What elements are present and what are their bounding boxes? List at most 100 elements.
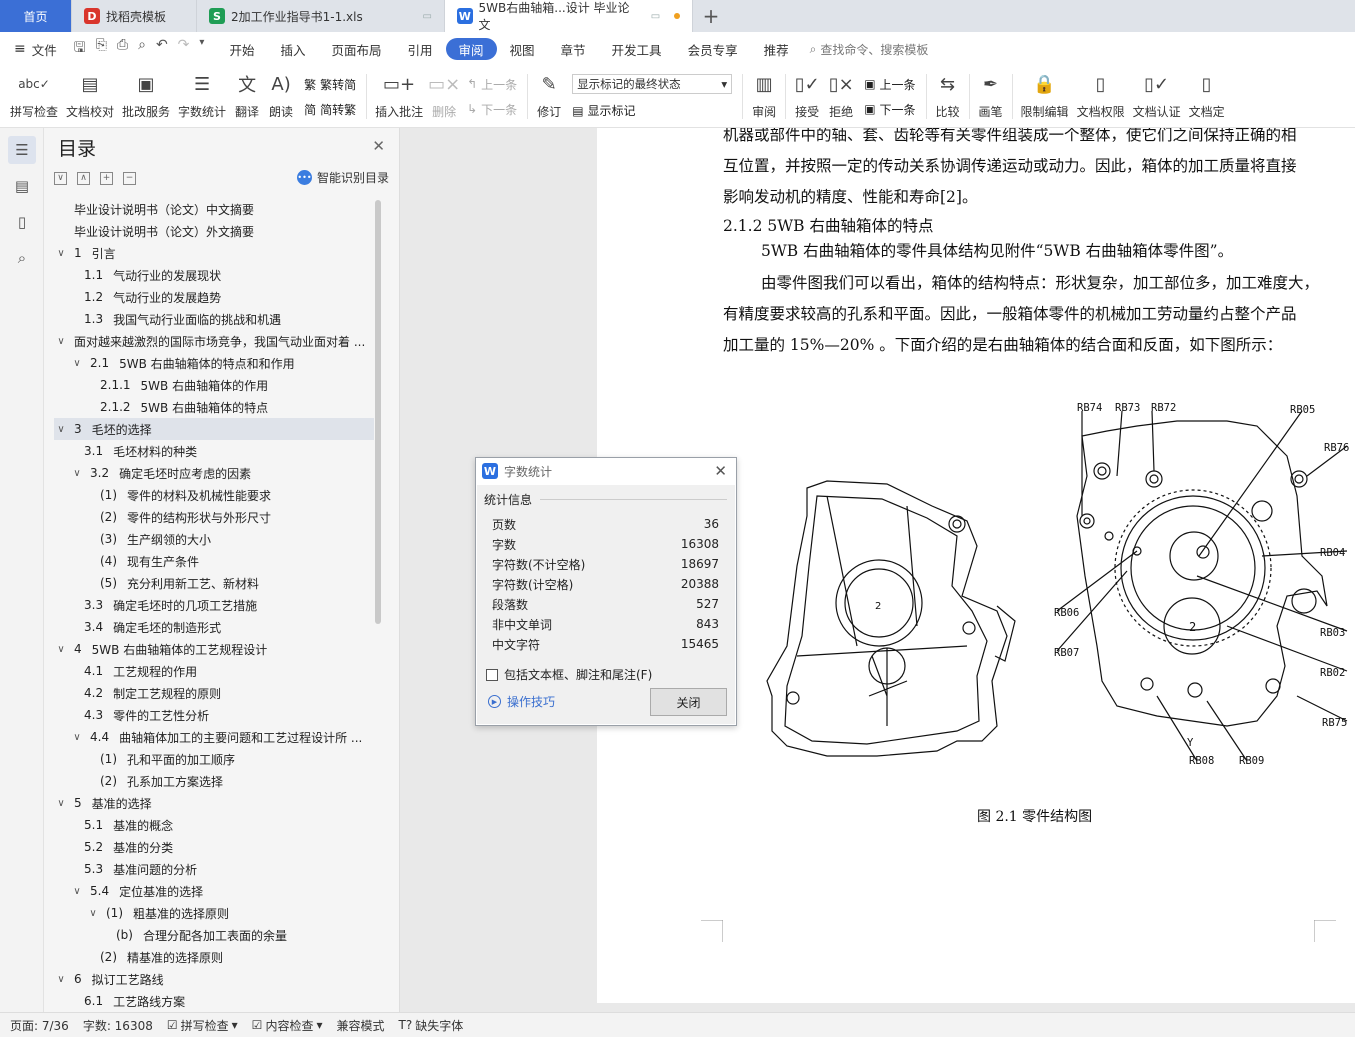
search-icon[interactable]: ⌕ (8, 244, 36, 272)
toc-item[interactable]: 5.2 基准的分类 (54, 836, 374, 858)
show-markup-button[interactable]: ▤ 显示标记 (572, 102, 732, 119)
accept-button[interactable]: ▯✓ 接受 (790, 66, 824, 127)
chevron-down-icon[interactable]: ∨ (54, 798, 68, 809)
doc-cert-button[interactable]: ▯✓ 文档认证 (1129, 66, 1185, 127)
close-icon[interactable]: ✕ (714, 462, 727, 480)
undo-icon[interactable]: ↶ (156, 37, 168, 61)
redo-icon[interactable]: ↷ (178, 37, 190, 61)
prev-comment-button[interactable]: ↰ 上一条 (467, 76, 517, 93)
toc-item[interactable]: (b) 合理分配各加工表面的余量 (54, 924, 374, 946)
toc-item[interactable]: 3.4 确定毛坯的制造形式 (54, 616, 374, 638)
delete-comment-button[interactable]: ▭× 删除 (427, 66, 461, 127)
reject-button[interactable]: ▯× 拒绝 (824, 66, 858, 127)
page-indicator[interactable]: 页面: 7/36 (10, 1017, 69, 1034)
menu-recommend[interactable]: 推荐 (751, 38, 802, 60)
translate-button[interactable]: 文翻译 (230, 66, 264, 127)
toc-item[interactable]: ∨ (1) 粗基准的选择原则 (54, 902, 374, 924)
toc-item[interactable]: 1.3 我国气动行业面临的挑战和机遇 (54, 308, 374, 330)
toc-item[interactable]: ∨ 4.4 曲轴箱体加工的主要问题和工艺过程设计所 ... (54, 726, 374, 748)
menu-chapter[interactable]: 章节 (548, 38, 599, 60)
toc-item[interactable]: ∨ 5.4 定位基准的选择 (54, 880, 374, 902)
spell-check-status[interactable]: ☑ 拼写检查 ▾ (167, 1017, 238, 1034)
toc-item[interactable]: 4.2 制定工艺规程的原则 (54, 682, 374, 704)
menu-review[interactable]: 审阅 (445, 38, 497, 60)
menu-member[interactable]: 会员专享 (675, 38, 751, 60)
close-icon[interactable]: ✕ (372, 137, 385, 155)
menu-layout[interactable]: 页面布局 (318, 38, 394, 60)
word-count-indicator[interactable]: 字数: 16308 (83, 1017, 153, 1034)
batch-service-button[interactable]: ▣ 批改服务 (118, 66, 174, 127)
read-aloud-button[interactable]: A) 朗读 (264, 66, 298, 127)
toc-item[interactable]: 1.2 气动行业的发展趋势 (54, 286, 374, 308)
toc-item[interactable]: 2.1.2 5WB 右曲轴箱体的特点 (54, 396, 374, 418)
include-textbox-checkbox[interactable]: 包括文本框、脚注和尾注(F) (477, 654, 735, 683)
chevron-down-icon[interactable]: ∨ (70, 886, 84, 897)
chevron-down-icon[interactable]: ∨ (70, 358, 84, 369)
new-tab-button[interactable]: + (693, 0, 729, 32)
menu-insert[interactable]: 插入 (267, 38, 318, 60)
toc-item[interactable]: ∨ 面对越来越激烈的国际市场竞争，我国气动业面对着 ... (54, 330, 374, 352)
toc-item[interactable]: ∨ 6 拟订工艺路线 (54, 968, 374, 990)
toc-item[interactable]: (2) 零件的结构形状与外形尺寸 (54, 506, 374, 528)
tab-home[interactable]: 首页 (0, 0, 72, 32)
track-changes-button[interactable]: ✎ 修订 (532, 66, 566, 127)
chevron-down-icon[interactable]: ∨ (54, 248, 68, 259)
toc-item[interactable]: ∨ 3 毛坯的选择 (54, 418, 374, 440)
print-icon[interactable]: ⎙ (117, 37, 128, 61)
toc-item[interactable]: (1) 孔和平面的加工顺序 (54, 748, 374, 770)
pen-button[interactable]: ✒ 画笔 (974, 66, 1008, 127)
tips-link[interactable]: ▶ 操作技巧 (488, 693, 555, 710)
chevron-down-icon[interactable]: ∨ (54, 644, 68, 655)
toc-item[interactable]: 5.1 基准的概念 (54, 814, 374, 836)
missing-font-status[interactable]: T? 缺失字体 (399, 1017, 464, 1034)
expand-up-icon[interactable]: ∧ (77, 171, 90, 185)
word-count-button[interactable]: ☰ 字数统计 (174, 66, 230, 127)
toc-item[interactable]: (5) 充分利用新工艺、新材料 (54, 572, 374, 594)
chevron-down-icon[interactable]: ∨ (54, 336, 68, 347)
toc-item[interactable]: 3.3 确定毛坯时的几项工艺措施 (54, 594, 374, 616)
chevron-down-icon[interactable]: ∨ (70, 732, 84, 743)
toc-item[interactable]: 4.3 零件的工艺性分析 (54, 704, 374, 726)
toc-item[interactable]: ∨ 3.2 确定毛坯时应考虑的因素 (54, 462, 374, 484)
toc-item[interactable]: 6.1 工艺路线方案 (54, 990, 374, 1012)
restrict-edit-button[interactable]: 🔒 限制编辑 (1017, 66, 1073, 127)
toc-scrollbar[interactable] (375, 200, 381, 624)
toc-item[interactable]: ∨ 2.1 5WB 右曲轴箱体的特点和和作用 (54, 352, 374, 374)
toc-item[interactable]: (2) 孔系加工方案选择 (54, 770, 374, 792)
collapse-all-icon[interactable]: ∨ (54, 171, 67, 185)
chevron-down-icon[interactable]: ∨ (54, 424, 68, 435)
remove-heading-icon[interactable]: − (123, 171, 136, 185)
toc-item[interactable]: (4) 现有生产条件 (54, 550, 374, 572)
next-comment-button[interactable]: ↳ 下一条 (467, 101, 517, 118)
dropdown-icon[interactable]: ▾ (199, 37, 204, 61)
tab-doc-active[interactable]: W 5WB右曲轴箱...设计 毕业论文 ▭ (445, 0, 693, 32)
trad-to-simp-button[interactable]: 繁繁转简 (304, 76, 356, 93)
compare-button[interactable]: ⇆ 比较 (931, 66, 965, 127)
toc-item[interactable]: 4.1 工艺规程的作用 (54, 660, 374, 682)
dialog-titlebar[interactable]: W 字数统计 ✕ (476, 458, 736, 484)
tab-template[interactable]: D 找稻壳模板 (72, 0, 197, 32)
menu-reference[interactable]: 引用 (394, 38, 445, 60)
toc-item[interactable]: 毕业设计说明书（论文）外文摘要 (54, 220, 374, 242)
bookmark-icon[interactable]: ▯ (8, 208, 36, 236)
close-button[interactable]: 关闭 (650, 688, 727, 716)
toc-item[interactable]: 毕业设计说明书（论文）中文摘要 (54, 198, 374, 220)
doc-permission-button[interactable]: ▯ 文档权限 (1073, 66, 1129, 127)
toc-item[interactable]: ∨ 5 基准的选择 (54, 792, 374, 814)
file-menu[interactable]: ≡ 文件 (14, 38, 70, 60)
markup-state-select[interactable]: 显示标记的最终状态 ▾ (572, 74, 733, 94)
chapter-nav-icon[interactable]: ▤ (8, 172, 36, 200)
menu-view[interactable]: 视图 (497, 38, 548, 60)
smart-toc-button[interactable]: ••• 智能识别目录 (296, 169, 389, 186)
toc-item[interactable]: 2.1.1 5WB 右曲轴箱体的作用 (54, 374, 374, 396)
toc-item[interactable]: ∨ 4 5WB 右曲轴箱体的工艺规程设计 (54, 638, 374, 660)
menu-devtools[interactable]: 开发工具 (599, 38, 675, 60)
preview-icon[interactable]: ⌕ (138, 37, 146, 61)
review-pane-button[interactable]: ▥ 审阅 (747, 66, 781, 127)
spell-check-button[interactable]: abc✓ 拼写检查 (6, 66, 62, 127)
doc-finalize-button[interactable]: ▯ 文档定 (1185, 66, 1229, 127)
chevron-down-icon[interactable]: ∨ (54, 974, 68, 985)
next-change-button[interactable]: ▣ 下一条 (864, 101, 915, 118)
prev-change-button[interactable]: ▣ 上一条 (864, 76, 915, 93)
toc-item[interactable]: ∨ 1 引言 (54, 242, 374, 264)
